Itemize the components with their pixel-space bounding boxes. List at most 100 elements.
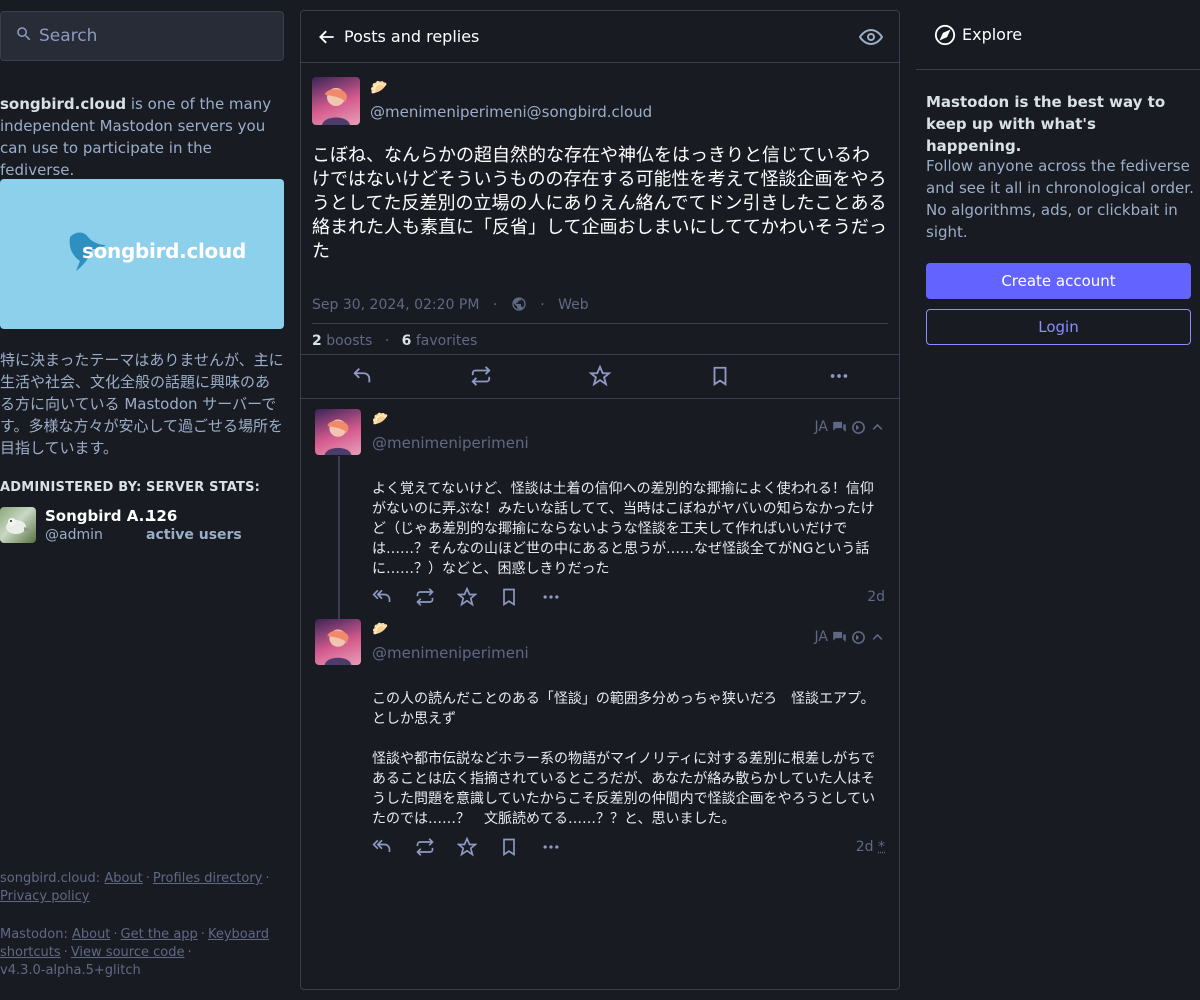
login-button[interactable]: Login <box>926 309 1191 345</box>
bookmark-icon[interactable] <box>709 365 731 387</box>
bookmark-icon[interactable] <box>499 837 519 857</box>
author-avatar[interactable] <box>312 77 360 125</box>
edited-indicator[interactable]: * <box>878 839 885 855</box>
compass-icon <box>934 24 956 46</box>
reply-author-emoji[interactable]: 🥟 <box>372 412 388 427</box>
reply-author-avatar[interactable] <box>315 619 361 665</box>
reply-author-emoji[interactable]: 🥟 <box>372 622 388 637</box>
admin-name[interactable]: Songbird A... <box>45 507 156 525</box>
mastodon-footer-links: Mastodon: About · Get the app · Keyboard sho… <box>0 927 270 978</box>
status-counts: 2 boosts · 6 favorites <box>312 323 888 356</box>
status-content: こぼね、なんらかの超自然的な存在や神仏をはっきりと信じているわけではないけどそう… <box>312 145 899 262</box>
left-sidebar: Search songbird.cloud is one of the many… <box>0 0 284 1000</box>
server-footer-links: songbird.cloud: About · Profiles directory… <box>0 871 270 904</box>
search-icon <box>17 27 31 41</box>
status-app: Web <box>558 297 589 313</box>
right-sidebar: Explore Mastodon is the best way to keep… <box>916 0 1200 1000</box>
active-users-label: active users <box>146 527 242 543</box>
favorites-label[interactable]: favorites <box>416 333 477 349</box>
column-title: Posts and replies <box>344 27 480 46</box>
server-description: 特に決まったテーマはありませんが、主に生活や社会、文化全般の話題に興味のある方に… <box>0 351 284 457</box>
favorites-count[interactable]: 6 <box>402 333 412 349</box>
boosts-count[interactable]: 2 <box>312 333 322 349</box>
search-placeholder: Search <box>39 26 98 46</box>
footer-version: v4.3.0-alpha.5+glitch <box>0 963 141 978</box>
admin-avatar[interactable] <box>0 507 36 543</box>
author-display-name-emoji[interactable]: 🥟 <box>370 80 387 96</box>
author-handle[interactable]: @menimeniperimeni@songbird.cloud <box>370 103 652 121</box>
search-input[interactable]: Search <box>0 11 284 61</box>
reply-author-avatar[interactable] <box>315 409 361 455</box>
server-hero-brand: songbird.cloud <box>82 239 246 263</box>
language-tag: JA <box>814 419 828 435</box>
main-column: Posts and replies 🥟 @menimeniperimeni@so… <box>300 10 900 990</box>
reply-all-icon[interactable] <box>372 587 392 607</box>
footer-profiles-directory-link[interactable]: Profiles directory <box>153 871 262 886</box>
footer-about-link[interactable]: About <box>104 871 142 886</box>
reply-content: この人の読んだことのある「怪談」の範囲多分めっちゃ狭いだろ 怪談エアプ。としか思… <box>372 689 885 829</box>
active-users-count: 126 <box>146 507 178 525</box>
chevron-up-icon[interactable] <box>870 630 885 645</box>
person-avatar-icon <box>322 88 350 125</box>
chevron-up-icon[interactable] <box>870 420 885 435</box>
boost-icon[interactable] <box>470 365 492 387</box>
bird-avatar-icon <box>6 518 34 534</box>
footer-view-source-link[interactable]: View source code <box>71 945 185 960</box>
reply-meta-tags: JA <box>815 629 885 645</box>
explore-nav-link[interactable]: Explore <box>916 10 1200 70</box>
globe-icon <box>852 420 865 434</box>
reply-timestamp[interactable]: 2d <box>867 589 885 605</box>
more-options-icon[interactable] <box>541 837 561 857</box>
language-tag: JA <box>814 629 828 645</box>
reply-thread-icon <box>833 631 846 642</box>
reply-author-handle[interactable]: @menimeniperimeni <box>372 644 529 662</box>
reply-action-bar <box>372 837 885 859</box>
more-options-icon[interactable] <box>828 365 850 387</box>
signup-description: Follow anyone across the fediverse and s… <box>926 157 1194 241</box>
server-name: songbird.cloud <box>0 95 127 113</box>
footer-mastodon-label: Mastodon <box>0 927 64 942</box>
bookmark-icon[interactable] <box>499 587 519 607</box>
reply-status: 🥟 @menimeniperimeni JA この人の読んだことのある「怪談」の… <box>301 609 899 869</box>
globe-icon <box>852 630 865 644</box>
reply-thread-icon <box>833 421 846 432</box>
server-stats-heading: SERVER STATS: <box>146 480 261 495</box>
explore-label: Explore <box>962 25 1023 44</box>
reply-icon[interactable] <box>351 365 373 387</box>
reply-action-bar <box>372 587 885 609</box>
footer-get-app-link[interactable]: Get the app <box>121 927 198 942</box>
footer-server-name: songbird.cloud <box>0 871 96 886</box>
boosts-label[interactable]: boosts <box>326 333 372 349</box>
boost-icon[interactable] <box>415 587 435 607</box>
globe-icon <box>512 297 526 311</box>
reply-meta-tags: JA <box>815 419 885 435</box>
reply-paragraph: 怪談や都市伝説などホラー系の物語がマイノリティに対する差別に根差しがちであること… <box>372 751 876 827</box>
reply-time-value[interactable]: 2d <box>856 839 874 855</box>
server-intro: songbird.cloud is one of the many indepe… <box>0 93 284 181</box>
eye-icon[interactable] <box>859 25 883 49</box>
column-header: Posts and replies <box>301 11 899 63</box>
more-options-icon[interactable] <box>541 587 561 607</box>
signup-heading: Mastodon is the best way to keep up with… <box>926 93 1166 155</box>
favorite-star-icon[interactable] <box>457 587 477 607</box>
reply-author-handle[interactable]: @menimeniperimeni <box>372 434 529 452</box>
administered-by-heading: ADMINISTERED BY: <box>0 480 142 495</box>
reply-paragraph: この人の読んだことのある「怪談」の範囲多分めっちゃ狭いだろ 怪談エアプ。としか思… <box>372 691 875 727</box>
admin-handle[interactable]: @admin <box>45 527 103 543</box>
reply-status: 🥟 @menimeniperimeni JA よく覚えてないけど、怪談は土着の信… <box>301 399 899 609</box>
reply-timestamp[interactable]: 2d * <box>856 839 885 855</box>
server-hero-image: songbird.cloud <box>0 179 284 329</box>
status-meta: Sep 30, 2024, 02:20 PM · · Web <box>312 297 589 313</box>
favorite-star-icon[interactable] <box>457 837 477 857</box>
status-action-bar <box>301 355 899 399</box>
back-arrow-icon[interactable] <box>317 27 337 47</box>
create-account-button[interactable]: Create account <box>926 263 1191 299</box>
footer-mastodon-about-link[interactable]: About <box>72 927 110 942</box>
detailed-status: 🥟 @menimeniperimeni@songbird.cloud こぼね、な… <box>301 63 899 355</box>
boost-icon[interactable] <box>415 837 435 857</box>
reply-all-icon[interactable] <box>372 837 392 857</box>
favorite-star-icon[interactable] <box>589 365 611 387</box>
footer-privacy-policy-link[interactable]: Privacy policy <box>0 889 89 904</box>
person-avatar-icon <box>324 419 352 455</box>
status-timestamp[interactable]: Sep 30, 2024, 02:20 PM <box>312 297 479 313</box>
